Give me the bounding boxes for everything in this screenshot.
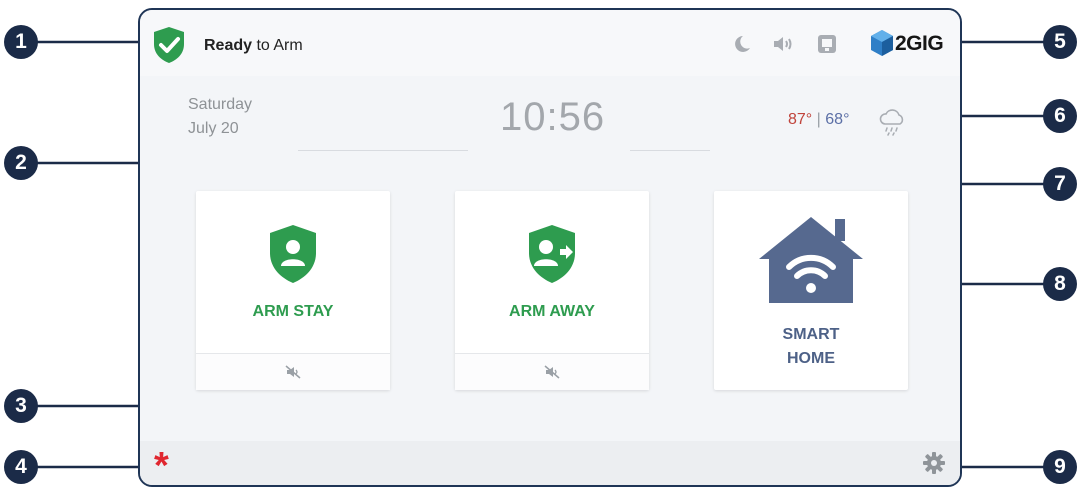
security-panel-screen: Ready to Arm 2GIG Saturday July 20 10:56… bbox=[138, 8, 962, 487]
cloud-rain-icon[interactable] bbox=[877, 108, 907, 136]
callout-8: 8 bbox=[1043, 267, 1077, 301]
temp-separator: | bbox=[816, 111, 821, 128]
emergency-button[interactable]: * bbox=[154, 447, 169, 485]
mute-icon bbox=[544, 365, 560, 379]
bottom-bar: * bbox=[140, 441, 960, 485]
top-status-bar: Ready to Arm 2GIG bbox=[140, 10, 960, 76]
arm-away-button[interactable]: ARM AWAY bbox=[455, 191, 649, 390]
moon-icon[interactable] bbox=[730, 34, 752, 54]
smart-home-wifi-icon bbox=[759, 217, 863, 303]
arm-stay-shield-icon bbox=[270, 225, 316, 283]
smart-home-button[interactable]: SMART HOME bbox=[714, 191, 908, 390]
status-bold: Ready bbox=[204, 37, 253, 54]
smart-home-label: SMART HOME bbox=[714, 323, 908, 371]
gear-icon[interactable] bbox=[922, 451, 946, 475]
temp-low: 68° bbox=[825, 111, 850, 128]
mute-icon bbox=[285, 365, 301, 379]
ready-shield-icon[interactable] bbox=[152, 26, 186, 64]
callout-5: 5 bbox=[1043, 25, 1077, 59]
callout-1: 1 bbox=[4, 25, 38, 59]
callout-3: 3 bbox=[4, 389, 38, 423]
status-text: Ready to Arm bbox=[204, 37, 303, 55]
arm-away-shield-icon bbox=[529, 225, 575, 283]
arm-stay-button[interactable]: ARM STAY bbox=[196, 191, 390, 390]
speaker-icon[interactable] bbox=[772, 34, 794, 54]
day-of-week: Saturday bbox=[188, 96, 253, 113]
date-divider-right bbox=[630, 150, 710, 151]
callout-7: 7 bbox=[1043, 167, 1077, 201]
arm-away-label: ARM AWAY bbox=[509, 303, 595, 320]
clock-time: 10:56 bbox=[500, 95, 606, 139]
brand-name: 2GIG bbox=[895, 32, 944, 55]
temperature-readout: 87° | 68° bbox=[788, 111, 849, 129]
callout-4: 4 bbox=[4, 450, 38, 484]
callout-9: 9 bbox=[1043, 450, 1077, 484]
smart-home-label-line1: SMART bbox=[782, 326, 840, 343]
display-icon[interactable] bbox=[816, 34, 838, 54]
brand-logo-icon bbox=[871, 30, 893, 56]
arm-stay-label: ARM STAY bbox=[252, 303, 334, 320]
smart-home-label-line2: HOME bbox=[787, 350, 835, 367]
calendar-date: July 20 bbox=[188, 120, 239, 137]
callout-6: 6 bbox=[1043, 99, 1077, 133]
arm-stay-mute-toggle[interactable] bbox=[196, 353, 390, 390]
status-rest: to Arm bbox=[252, 37, 303, 54]
date-divider-left bbox=[298, 150, 468, 151]
arm-away-mute-toggle[interactable] bbox=[455, 353, 649, 390]
callout-2: 2 bbox=[4, 146, 38, 180]
temp-high: 87° bbox=[788, 111, 813, 128]
